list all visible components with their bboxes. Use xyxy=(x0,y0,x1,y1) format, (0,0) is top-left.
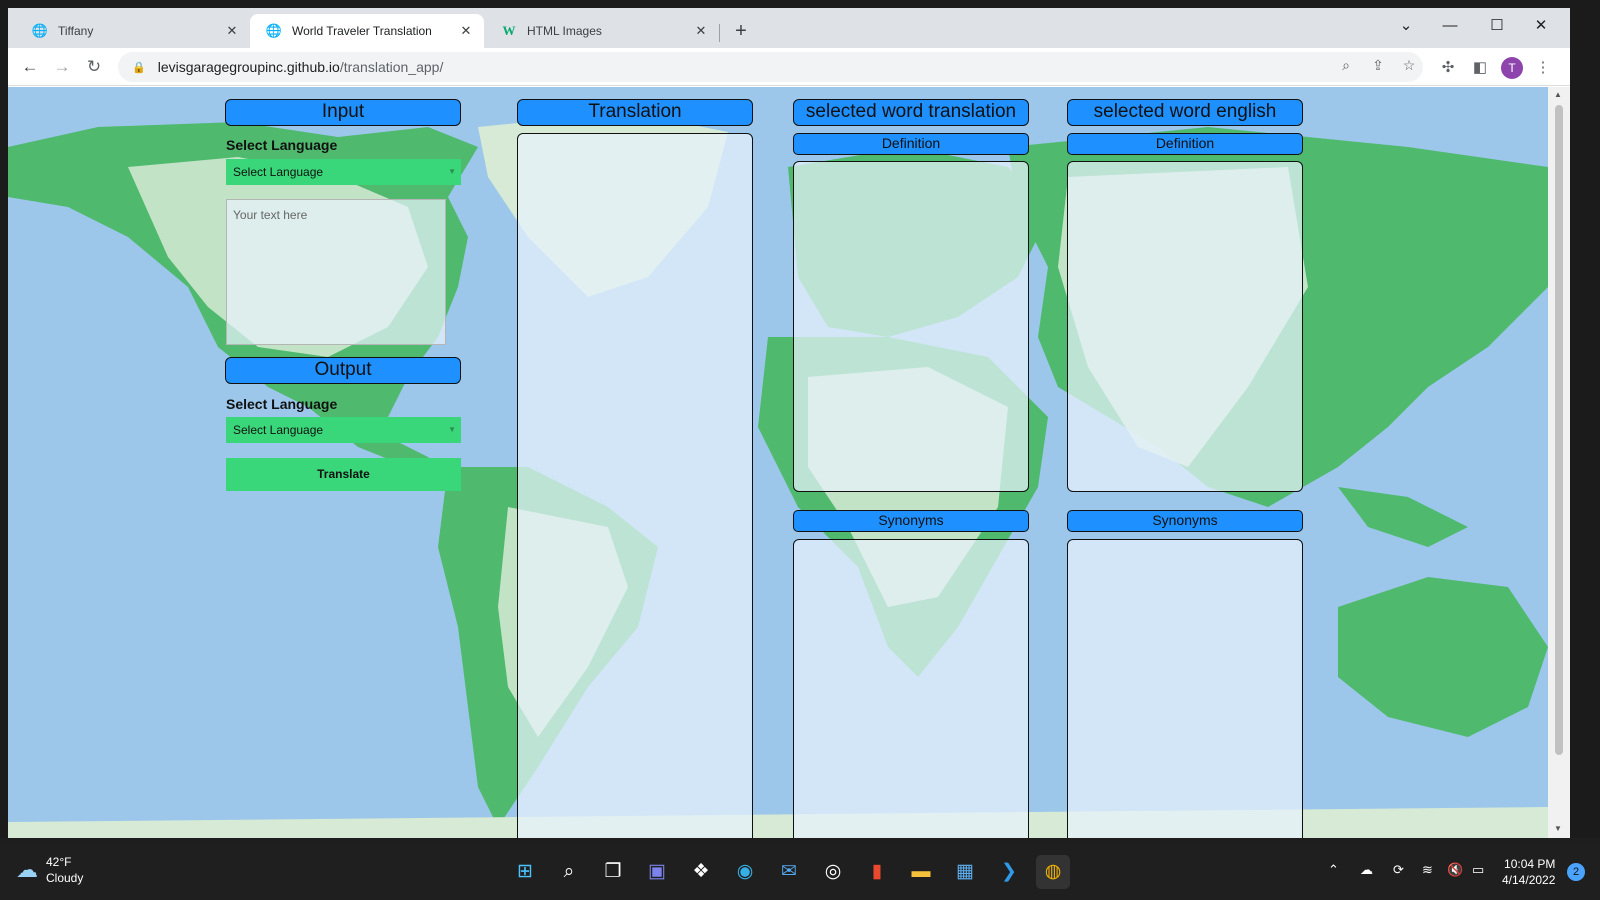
notification-badge[interactable]: 2 xyxy=(1567,863,1585,881)
battery-icon[interactable]: ▭ xyxy=(1472,862,1484,878)
file-explorer-icon[interactable]: ▬ xyxy=(904,855,938,889)
office-icon[interactable]: ▮ xyxy=(860,855,894,889)
close-icon[interactable]: ✕ xyxy=(458,23,474,39)
close-icon[interactable]: ✕ xyxy=(693,23,709,39)
task-view-icon[interactable]: ❐ xyxy=(596,855,630,889)
chrome-icon[interactable]: ◍ xyxy=(1036,855,1070,889)
globe-icon: 🌐 xyxy=(265,23,283,38)
github-desktop-icon[interactable]: ◎ xyxy=(816,855,850,889)
minimize-icon[interactable]: — xyxy=(1435,14,1465,38)
input-header[interactable]: Input xyxy=(225,99,461,126)
dropbox-icon[interactable]: ❖ xyxy=(684,855,718,889)
bookmark-star-icon[interactable]: ☆ xyxy=(1399,55,1419,75)
translation-synonyms-label[interactable]: Synonyms xyxy=(793,510,1029,532)
weather-description: Cloudy xyxy=(46,871,84,885)
kebab-menu-icon[interactable]: ⋮ xyxy=(1532,57,1554,79)
english-synonyms-label[interactable]: Synonyms xyxy=(1067,510,1303,532)
input-text-area[interactable]: Your text here xyxy=(226,199,446,345)
english-synonyms-panel xyxy=(1067,539,1303,838)
input-language-select-value: Select Language xyxy=(233,165,324,179)
onedrive-cloud-icon[interactable]: ☁ xyxy=(1360,862,1373,878)
new-tab-button[interactable]: + xyxy=(729,20,753,44)
tab-title: World Traveler Translation xyxy=(292,24,432,38)
extensions-puzzle-icon[interactable]: ✣ xyxy=(1437,57,1459,79)
tab-title: HTML Images xyxy=(527,24,602,38)
globe-icon: 🌐 xyxy=(31,23,49,38)
translate-button[interactable]: Translate xyxy=(226,458,461,491)
selected-word-translation-header[interactable]: selected word translation xyxy=(793,99,1029,126)
vscode-icon[interactable]: ❯ xyxy=(992,855,1026,889)
tab-strip: 🌐 Tiffany ✕ 🌐 World Traveler Translation… xyxy=(8,8,1570,48)
side-panel-icon[interactable]: ◧ xyxy=(1469,57,1491,79)
input-language-select[interactable]: Select Language ▼ xyxy=(226,159,461,185)
scroll-down-icon[interactable]: ▼ xyxy=(1554,824,1562,833)
output-language-select[interactable]: Select Language ▼ xyxy=(226,417,461,443)
clock-date: 4/14/2022 xyxy=(1502,873,1556,887)
output-language-select-value: Select Language xyxy=(233,423,324,437)
weather-widget[interactable]: ☁ 42°F Cloudy xyxy=(16,854,83,886)
profile-avatar[interactable]: T xyxy=(1501,57,1523,79)
clock-time: 10:04 PM xyxy=(1504,857,1556,871)
browser-toolbar: ← → ↻ 🔒 levisgaragegroupinc.github.io /t… xyxy=(8,48,1570,86)
desktop-screen: 🌐 Tiffany ✕ 🌐 World Traveler Translation… xyxy=(0,0,1600,900)
close-icon[interactable]: ✕ xyxy=(224,23,240,39)
translation-output-panel xyxy=(517,133,753,838)
back-arrow-icon[interactable]: ← xyxy=(18,55,42,79)
translation-definition-panel xyxy=(793,161,1029,492)
output-select-language-label: Select Language xyxy=(226,396,338,412)
w3schools-icon: W xyxy=(502,23,516,38)
cloud-icon: ☁ xyxy=(16,857,38,882)
sync-icon[interactable]: ⟳ xyxy=(1393,862,1404,878)
system-clock[interactable]: 10:04 PM 4/14/2022 xyxy=(1502,856,1555,888)
chevron-up-icon[interactable]: ⌃ xyxy=(1328,862,1339,878)
browser-window: 🌐 Tiffany ✕ 🌐 World Traveler Translation… xyxy=(8,8,1570,838)
tab-separator xyxy=(719,24,720,42)
teams-chat-icon[interactable]: ▣ xyxy=(640,855,674,889)
maximize-icon[interactable]: ☐ xyxy=(1482,14,1512,38)
background-editor-status-bar xyxy=(0,838,1600,846)
output-header[interactable]: Output xyxy=(225,357,461,384)
forward-arrow-icon[interactable]: → xyxy=(50,55,74,79)
speaker-muted-icon[interactable]: 🔇 xyxy=(1447,862,1463,878)
chevron-down-icon: ▼ xyxy=(448,425,456,434)
url-host: levisgaragegroupinc.github.io xyxy=(157,59,340,75)
translation-header[interactable]: Translation xyxy=(517,99,753,126)
close-window-icon[interactable]: ✕ xyxy=(1526,14,1556,38)
translation-synonyms-panel xyxy=(793,539,1029,838)
english-definition-panel xyxy=(1067,161,1303,492)
wifi-icon[interactable]: ≋ xyxy=(1422,862,1433,878)
windows-start-icon[interactable]: ⊞ xyxy=(508,855,542,889)
edge-browser-icon[interactable]: ◉ xyxy=(728,855,762,889)
zoom-icon[interactable]: ⌕ xyxy=(1336,55,1356,75)
scroll-up-icon[interactable]: ▲ xyxy=(1554,90,1562,99)
tab-world-traveler-translation[interactable]: 🌐 World Traveler Translation ✕ xyxy=(250,14,484,48)
tab-title: Tiffany xyxy=(58,24,94,38)
tab-search-icon[interactable]: ⌄ xyxy=(1391,14,1421,38)
weather-temperature: 42°F xyxy=(46,855,72,869)
page-scrollbar[interactable]: ▲ ▼ xyxy=(1548,87,1570,838)
scrollbar-thumb[interactable] xyxy=(1555,105,1563,755)
selected-word-english-header[interactable]: selected word english xyxy=(1067,99,1303,126)
address-bar[interactable]: 🔒 levisgaragegroupinc.github.io /transla… xyxy=(118,52,1423,82)
chevron-down-icon: ▼ xyxy=(448,167,456,176)
url-path: /translation_app/ xyxy=(339,59,444,75)
microsoft-store-icon[interactable]: ▦ xyxy=(948,855,982,889)
lock-icon: 🔒 xyxy=(132,61,146,74)
mail-icon[interactable]: ✉ xyxy=(772,855,806,889)
search-icon[interactable]: ⌕ xyxy=(552,855,586,889)
translation-definition-label[interactable]: Definition xyxy=(793,133,1029,155)
tab-html-images[interactable]: W HTML Images ✕ xyxy=(485,14,719,48)
page-viewport: Input Select Language Select Language ▼ … xyxy=(8,87,1548,838)
tab-tiffany[interactable]: 🌐 Tiffany ✕ xyxy=(16,14,250,48)
input-select-language-label: Select Language xyxy=(226,137,338,153)
reload-icon[interactable]: ↻ xyxy=(82,55,106,79)
share-icon[interactable]: ⇪ xyxy=(1368,55,1388,75)
input-text-placeholder: Your text here xyxy=(233,208,308,222)
english-definition-label[interactable]: Definition xyxy=(1067,133,1303,155)
windows-taskbar: ☁ 42°F Cloudy ⊞ ⌕ ❐ ▣ ❖ ◉ ✉ ◎ ▮ ▬ ▦ ❯ ◍ … xyxy=(0,846,1600,900)
